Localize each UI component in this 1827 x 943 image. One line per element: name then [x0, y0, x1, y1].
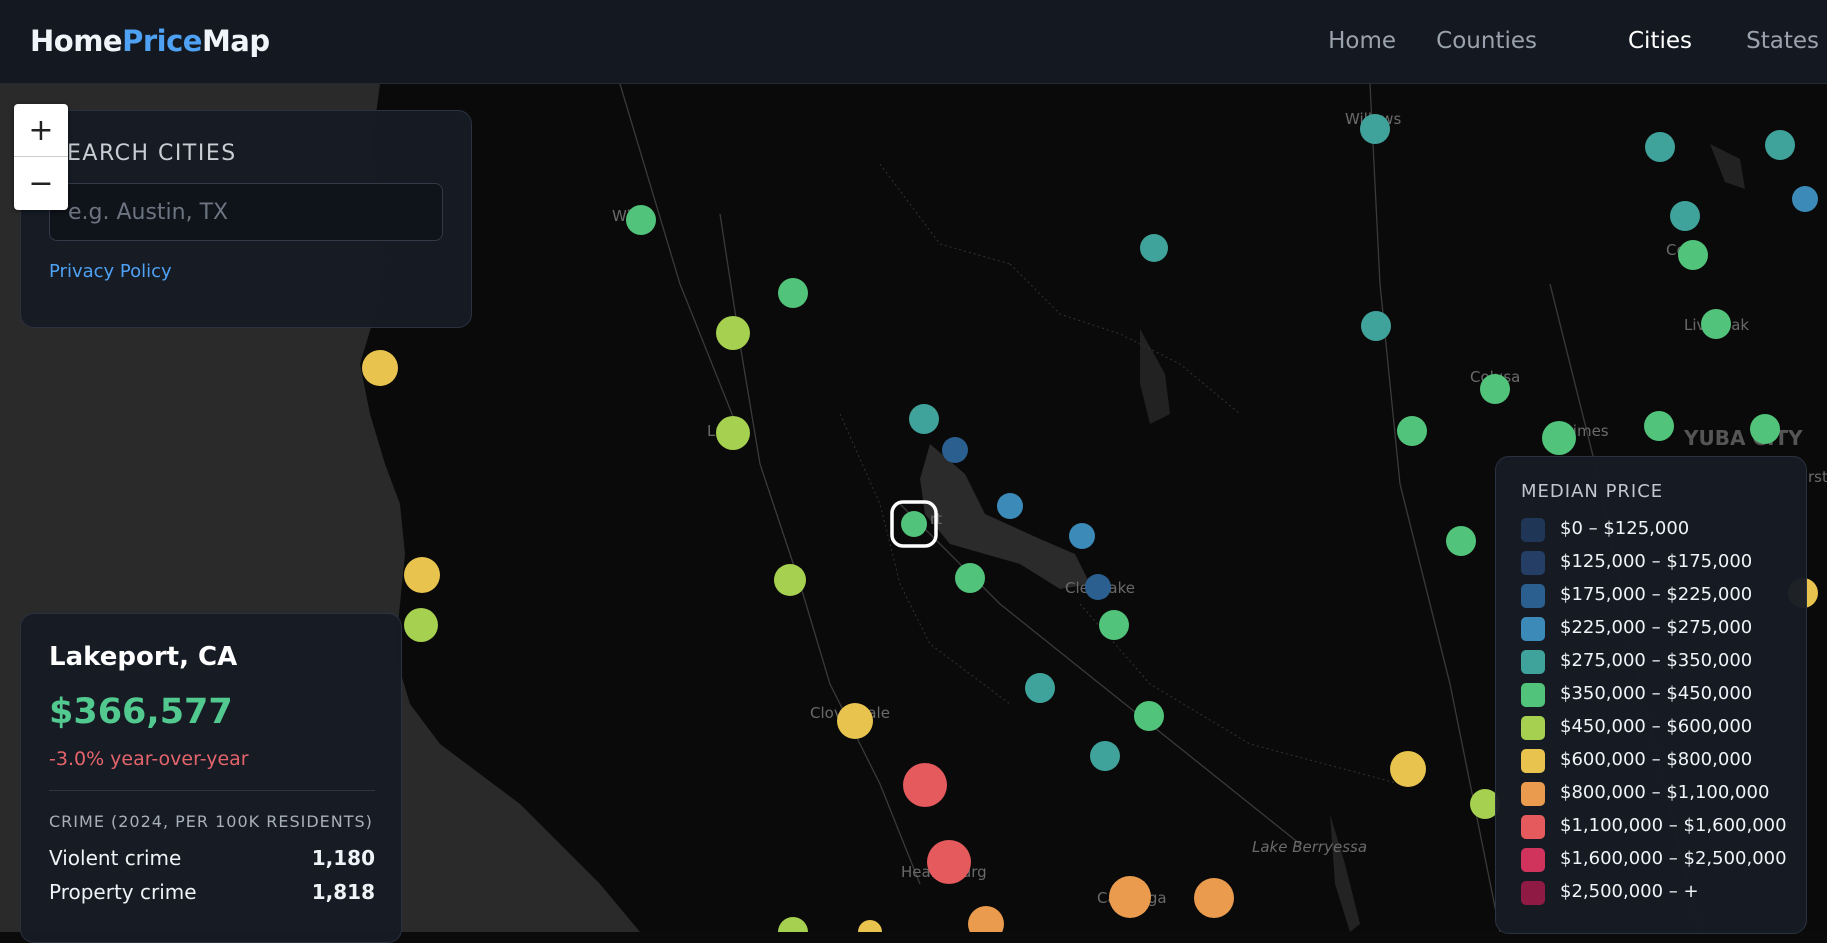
- city-marker[interactable]: [1069, 523, 1095, 549]
- legend-label: $350,000 – $450,000: [1560, 683, 1753, 704]
- brand-price: Price: [122, 24, 202, 58]
- city-marker[interactable]: [1134, 701, 1164, 731]
- legend-swatch: [1521, 617, 1545, 641]
- legend-label: $800,000 – $1,100,000: [1560, 782, 1770, 803]
- brand-logo[interactable]: HomePriceMap: [30, 24, 270, 58]
- crime-row-violent: Violent crime 1,180: [49, 846, 375, 870]
- city-marker[interactable]: [1090, 741, 1120, 771]
- nav-cities[interactable]: Cities: [1628, 28, 1692, 54]
- search-title: EARCH CITIES: [67, 141, 237, 166]
- city-marker[interactable]: [997, 493, 1023, 519]
- nav-counties[interactable]: Counties: [1436, 28, 1537, 54]
- legend-label: $125,000 – $175,000: [1560, 551, 1753, 572]
- legend-swatch: [1521, 749, 1545, 773]
- legend-label: $1,100,000 – $1,600,000: [1560, 815, 1787, 836]
- city-marker[interactable]: [716, 416, 750, 450]
- city-marker[interactable]: [626, 205, 656, 235]
- legend-label: $600,000 – $800,000: [1560, 749, 1753, 770]
- city-marker[interactable]: [942, 437, 968, 463]
- legend-swatch: [1521, 650, 1545, 674]
- legend-swatch: [1521, 518, 1545, 542]
- legend-label: $175,000 – $225,000: [1560, 584, 1753, 605]
- city-marker[interactable]: [716, 316, 750, 350]
- city-marker[interactable]: [1701, 309, 1731, 339]
- city-marker[interactable]: [404, 608, 438, 642]
- city-marker[interactable]: [1446, 526, 1476, 556]
- city-marker[interactable]: [1765, 130, 1795, 160]
- crime-label: Violent crime: [49, 846, 182, 870]
- crime-row-property: Property crime 1,818: [49, 880, 375, 904]
- city-marker[interactable]: [1644, 411, 1674, 441]
- price-legend: MEDIAN PRICE $0 – $125,000 $125,000 – $17…: [1495, 456, 1807, 934]
- crime-value: 1,818: [311, 880, 375, 904]
- legend-swatch: [1521, 584, 1545, 608]
- city-marker[interactable]: [1109, 876, 1151, 918]
- median-price: $366,577: [49, 692, 233, 732]
- city-marker[interactable]: [778, 278, 808, 308]
- city-marker[interactable]: [774, 564, 806, 596]
- top-navbar: HomePriceMap Home Counties Cities States: [0, 0, 1827, 84]
- city-marker[interactable]: [404, 557, 440, 593]
- city-marker[interactable]: [1099, 610, 1129, 640]
- nav-states[interactable]: States: [1746, 28, 1819, 54]
- legend-swatch: [1521, 782, 1545, 806]
- city-marker[interactable]: [837, 703, 873, 739]
- zoom-out-button[interactable]: −: [14, 157, 68, 210]
- city-marker[interactable]: [1390, 751, 1426, 787]
- selected-city-marker[interactable]: [901, 511, 927, 537]
- city-marker[interactable]: [903, 763, 947, 807]
- city-marker[interactable]: [955, 563, 985, 593]
- year-over-year-change: -3.0% year-over-year: [49, 748, 249, 770]
- legend-title: MEDIAN PRICE: [1521, 481, 1664, 502]
- zoom-in-button[interactable]: +: [14, 104, 68, 157]
- legend-swatch: [1521, 683, 1545, 707]
- city-info-panel: Lakeport, CA $366,577 -3.0% year-over-ye…: [20, 613, 402, 943]
- panel-divider: [49, 790, 375, 791]
- city-marker[interactable]: [1361, 311, 1391, 341]
- city-name: Lakeport, CA: [49, 642, 238, 672]
- crime-section-title: CRIME (2024, PER 100K RESIDENTS): [49, 812, 373, 831]
- city-marker[interactable]: [1750, 414, 1780, 444]
- crime-value: 1,180: [311, 846, 375, 870]
- legend-label: $0 – $125,000: [1560, 518, 1690, 539]
- legend-label: $275,000 – $350,000: [1560, 650, 1753, 671]
- city-marker[interactable]: [362, 350, 398, 386]
- city-marker[interactable]: [1397, 416, 1427, 446]
- brand-map: Map: [201, 24, 270, 58]
- city-marker[interactable]: [1194, 878, 1234, 918]
- city-marker[interactable]: [1085, 574, 1111, 600]
- legend-swatch: [1521, 881, 1545, 905]
- crime-label: Property crime: [49, 880, 197, 904]
- city-search-input[interactable]: [49, 183, 443, 241]
- legend-label: $225,000 – $275,000: [1560, 617, 1753, 638]
- legend-swatch: [1521, 551, 1545, 575]
- privacy-policy-link[interactable]: Privacy Policy: [49, 261, 172, 282]
- city-marker[interactable]: [1670, 201, 1700, 231]
- city-marker[interactable]: [1140, 234, 1168, 262]
- legend-swatch: [1521, 716, 1545, 740]
- city-marker[interactable]: [1792, 186, 1818, 212]
- legend-label: $2,500,000 – +: [1560, 881, 1699, 902]
- city-marker[interactable]: [909, 404, 939, 434]
- city-marker[interactable]: [1480, 374, 1510, 404]
- legend-swatch: [1521, 848, 1545, 872]
- city-marker[interactable]: [927, 840, 971, 884]
- city-marker[interactable]: [1025, 673, 1055, 703]
- search-panel: EARCH CITIES Privacy Policy: [20, 110, 472, 328]
- legend-label: $1,600,000 – $2,500,000: [1560, 848, 1787, 869]
- label-rst: rst: [1808, 468, 1827, 486]
- label-lake-berryessa: Lake Berryessa: [1252, 838, 1367, 856]
- legend-swatch: [1521, 815, 1545, 839]
- city-marker[interactable]: [1360, 114, 1390, 144]
- city-marker[interactable]: [1678, 240, 1708, 270]
- city-marker[interactable]: [1542, 421, 1576, 455]
- nav-home[interactable]: Home: [1328, 28, 1396, 54]
- city-marker[interactable]: [1645, 132, 1675, 162]
- zoom-control: + −: [14, 104, 68, 210]
- legend-label: $450,000 – $600,000: [1560, 716, 1753, 737]
- brand-home: Home: [30, 24, 123, 58]
- label-yuba-city: YUBA CITY: [1683, 426, 1803, 450]
